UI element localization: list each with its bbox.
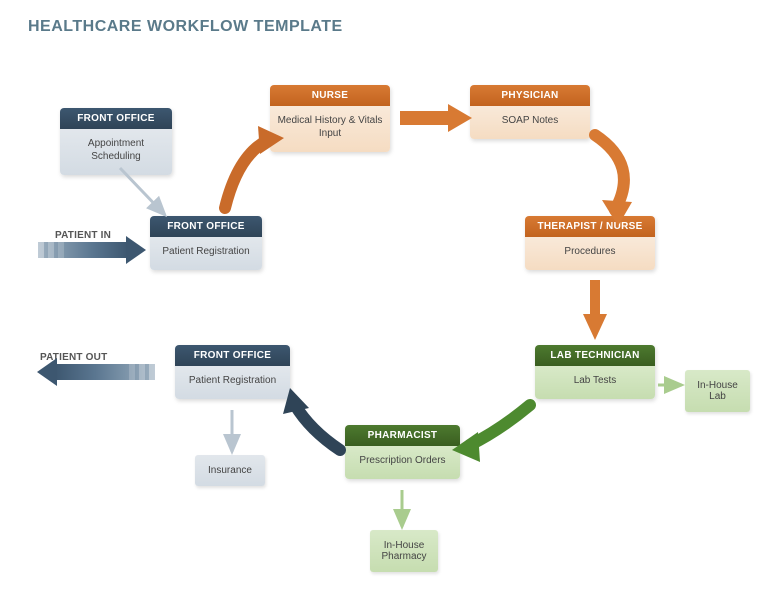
node-header: FRONT OFFICE <box>150 216 262 237</box>
node-therapist-nurse: THERAPIST / NURSE Procedures <box>525 216 655 270</box>
node-body: Patient Registration <box>175 366 290 399</box>
node-pharmacist: PHARMACIST Prescription Orders <box>345 425 460 479</box>
node-body: Procedures <box>525 237 655 270</box>
node-inhouse-pharmacy: In-House Pharmacy <box>370 530 438 572</box>
node-body: Prescription Orders <box>345 446 460 479</box>
node-header: THERAPIST / NURSE <box>525 216 655 237</box>
node-inhouse-lab: In-House Lab <box>685 370 750 412</box>
node-insurance: Insurance <box>195 455 265 486</box>
page-title: HEALTHCARE WORKFLOW TEMPLATE <box>28 18 343 36</box>
node-body: Appointment Scheduling <box>60 129 172 175</box>
node-header: LAB TECHNICIAN <box>535 345 655 366</box>
node-patient-registration-out: FRONT OFFICE Patient Registration <box>175 345 290 399</box>
node-header: FRONT OFFICE <box>175 345 290 366</box>
node-body: SOAP Notes <box>470 106 590 139</box>
node-header: PHYSICIAN <box>470 85 590 106</box>
node-physician: PHYSICIAN SOAP Notes <box>470 85 590 139</box>
node-nurse: NURSE Medical History & Vitals Input <box>270 85 390 152</box>
arrow-patient-out <box>55 358 155 386</box>
arrow-patient-in <box>38 236 128 264</box>
node-header: PHARMACIST <box>345 425 460 446</box>
node-lab-technician: LAB TECHNICIAN Lab Tests <box>535 345 655 399</box>
node-header: FRONT OFFICE <box>60 108 172 129</box>
node-patient-registration-in: FRONT OFFICE Patient Registration <box>150 216 262 270</box>
node-appointment-scheduling: FRONT OFFICE Appointment Scheduling <box>60 108 172 175</box>
node-body: Patient Registration <box>150 237 262 270</box>
node-body: Lab Tests <box>535 366 655 399</box>
node-body: Medical History & Vitals Input <box>270 106 390 152</box>
node-header: NURSE <box>270 85 390 106</box>
